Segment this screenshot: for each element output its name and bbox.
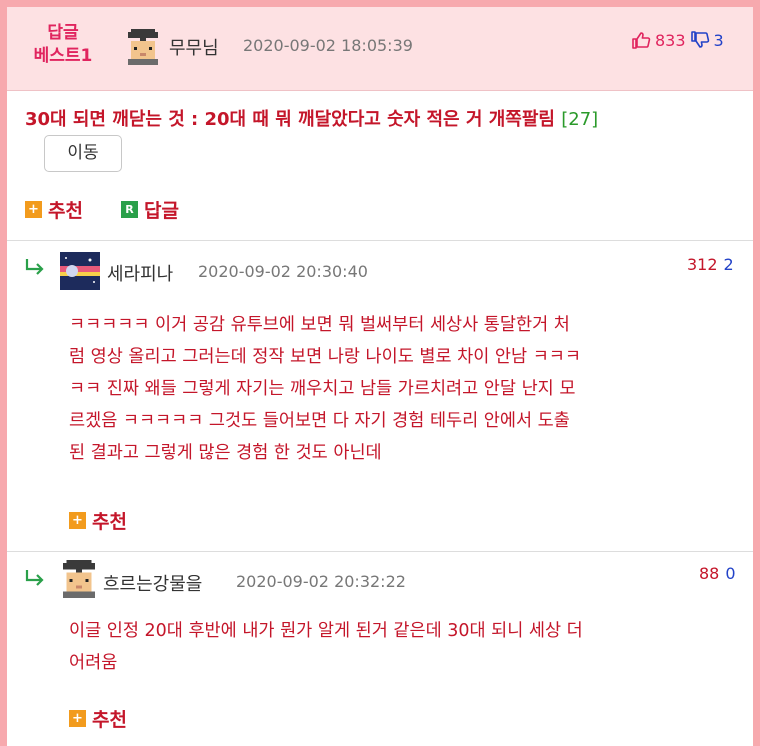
upvote-count[interactable]: 312 [687,255,718,274]
pixel-avatar-icon [60,560,98,598]
pixel-avatar-icon [125,29,161,65]
thumbs-up-icon[interactable] [631,30,651,50]
best-badge: 답글 베스트1 [24,22,102,68]
vote-counts: 88 0 [699,564,736,583]
best-comment-header: 답글 베스트1 무무님 2020-09-02 18:05:39 833 3 [7,7,753,91]
plus-icon: + [69,512,86,529]
best-comment-title: 30대 되면 깨닫는 것 : 20대 때 뭐 깨달았다고 숫자 적은 거 개쪽팔… [25,109,555,130]
downvote-count[interactable]: 2 [724,255,734,274]
pixel-avatar-icon [60,252,100,290]
comment-line: 어려움 [69,653,118,673]
vote-counts: 833 3 [631,30,724,50]
best-comment-text: 30대 되면 깨닫는 것 : 20대 때 뭐 깨달았다고 숫자 적은 거 개쪽팔… [25,105,598,131]
avatar[interactable] [60,252,100,290]
divider [7,551,753,552]
reply-arrow-icon [24,257,46,282]
comment-panel: 답글 베스트1 무무님 2020-09-02 18:05:39 833 3 30… [7,7,753,746]
avatar[interactable] [60,560,98,598]
reply-label: 답글 [144,200,179,222]
recommend-button[interactable]: + 추천 [69,507,127,534]
timestamp: 2020-09-02 18:05:39 [243,36,413,55]
plus-icon: + [69,710,86,727]
recommend-label: 추천 [92,511,127,533]
downvote-count[interactable]: 0 [725,564,735,583]
timestamp: 2020-09-02 20:30:40 [198,262,368,281]
timestamp: 2020-09-02 20:32:22 [236,572,406,591]
reply-button[interactable]: R 답글 [121,196,179,223]
reply-count[interactable]: [27] [561,109,598,130]
upvote-count: 833 [655,30,686,50]
comment-text: ㅋㅋㅋㅋㅋ 이거 공감 유투브에 보면 뭐 벌써부터 세상사 통달한거 처 럼 … [69,309,739,469]
recommend-button[interactable]: + 추천 [69,705,127,732]
plus-icon: + [25,201,42,218]
comment-text: 이글 인정 20대 후반에 내가 뭔가 알게 된거 같은데 30대 되니 세상 … [69,615,739,679]
downvote-count: 3 [713,30,724,50]
recommend-label: 추천 [92,709,127,731]
divider [7,240,753,241]
comment-line: 르겠음 ㅋㅋㅋㅋㅋ 그것도 들어보면 다 자기 경험 테두리 안에서 도출 [69,411,570,431]
reply-r-icon: R [121,201,138,218]
best-badge-line1: 답글 [47,23,79,43]
username[interactable]: 세라피나 [107,260,173,286]
move-button[interactable]: 이동 [44,135,122,172]
recommend-label: 추천 [48,200,83,222]
vote-counts: 312 2 [687,255,734,274]
comment-line: 이글 인정 20대 후반에 내가 뭔가 알게 된거 같은데 30대 되니 세상 … [69,621,583,641]
comment-line: ㅋㅋㅋㅋㅋ 이거 공감 유투브에 보면 뭐 벌써부터 세상사 통달한거 처 [69,315,570,335]
comment-line: 된 결과고 그렇게 많은 경험 한 것도 아닌데 [69,443,382,463]
username[interactable]: 흐르는강물을 [103,570,202,596]
username[interactable]: 무무님 [169,34,219,60]
thumbs-down-icon[interactable] [690,30,710,50]
recommend-button[interactable]: + 추천 [25,196,83,223]
upvote-count[interactable]: 88 [699,564,719,583]
reply-arrow-icon [24,568,46,593]
comment-line: 럼 영상 올리고 그러는데 정작 보면 나랑 나이도 별로 차이 안남 ㅋㅋㅋ [69,347,581,367]
best-badge-line2: 베스트1 [33,46,93,66]
comment-line: ㅋㅋ 진짜 왜들 그렇게 자기는 깨우치고 남들 가르치려고 안달 난지 모 [69,379,576,399]
avatar[interactable] [125,29,161,65]
